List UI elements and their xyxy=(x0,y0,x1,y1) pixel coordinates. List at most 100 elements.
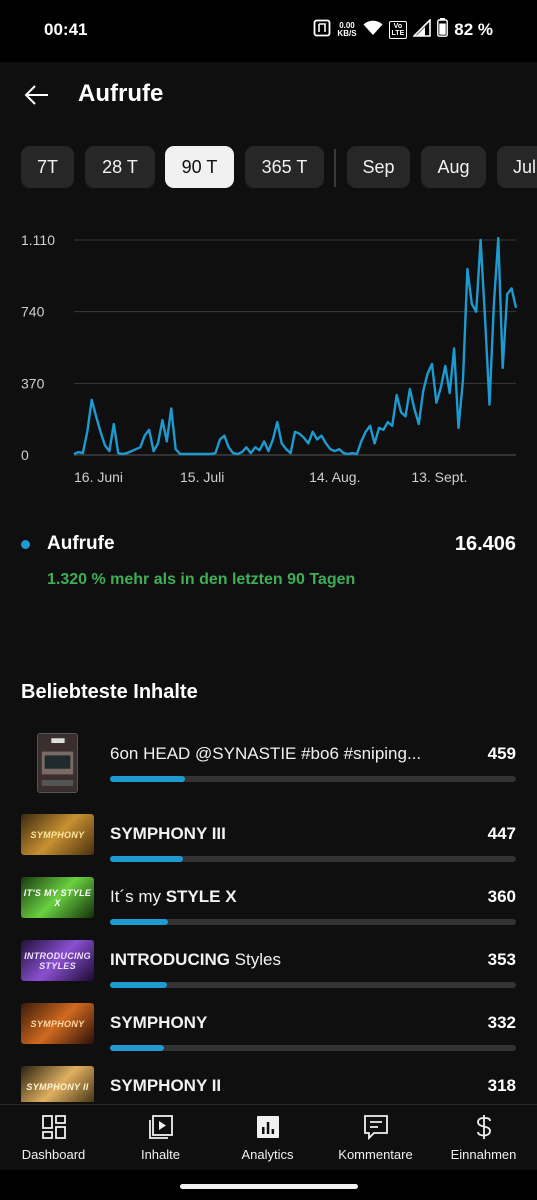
views-bar-track xyxy=(110,856,516,862)
content-title-bold: STYLE X xyxy=(165,887,237,906)
signal-icon xyxy=(412,17,432,42)
metric-label: Aufrufe xyxy=(47,533,115,554)
volte-bottom: LTE xyxy=(391,30,405,37)
volte-top: Vo xyxy=(393,23,403,30)
nav-label: Dashboard xyxy=(21,1147,86,1162)
content-title: SYMPHONY III xyxy=(110,824,440,844)
chip-7t[interactable]: 7T xyxy=(21,146,74,188)
list-item[interactable]: SYMPHONY SYMPHONY III 447 xyxy=(0,810,537,870)
content-title: INTRODUCING Styles xyxy=(110,950,440,970)
battery-percent: 82 % xyxy=(454,20,493,39)
bottom-nav: Dashboard Inhalte Analytics Kommentare E… xyxy=(0,1104,537,1170)
chip-90t[interactable]: 90 T xyxy=(165,146,234,188)
content-title-bold: SYMPHONY III xyxy=(110,824,226,843)
views-bar-track xyxy=(110,919,516,925)
nav-label: Einnahmen xyxy=(450,1147,517,1162)
content-icon xyxy=(148,1115,173,1139)
network-speed-unit: KB/S xyxy=(337,29,357,38)
views-chart: 0 370 740 1.110 16. Juni 15. Juli 14. Aug. 13. … xyxy=(21,232,518,485)
content-title-text: Styles xyxy=(229,950,281,969)
comments-icon xyxy=(363,1115,388,1141)
content-title: 6on HEAD @SYNASTIE #bo6 #sniping... xyxy=(110,744,440,764)
x-tick-label: 15. Juli xyxy=(180,469,224,485)
chip-divider xyxy=(334,149,336,187)
x-tick-label: 14. Aug. xyxy=(309,469,360,485)
volte-icon: Vo LTE xyxy=(388,21,408,39)
video-thumbnail xyxy=(37,733,78,793)
top-content-list: 6on HEAD @SYNASTIE #bo6 #sniping... 459 … xyxy=(0,730,537,1102)
nav-earnings[interactable]: Einnahmen xyxy=(430,1113,537,1169)
status-icons: 0.00 KB/S Vo LTE 82 % xyxy=(313,17,493,42)
content-title: SYMPHONY xyxy=(110,1013,440,1033)
nav-label: Analytics xyxy=(241,1147,294,1162)
nfc-icon xyxy=(313,19,331,42)
metric-comparison: 1.320 % mehr als in den letzten 90 Tagen xyxy=(47,571,356,588)
views-bar-fill xyxy=(110,919,169,925)
content-title-text: 6on HEAD @SYNASTIE #bo6 #sniping... xyxy=(110,744,422,763)
views-bar-fill xyxy=(110,776,185,782)
nav-analytics[interactable]: Analytics xyxy=(214,1113,321,1169)
home-gesture-bar[interactable] xyxy=(180,1184,358,1189)
page-title: Aufrufe xyxy=(78,80,164,107)
chip-jul[interactable]: Jul xyxy=(497,146,537,188)
chip-365t[interactable]: 365 T xyxy=(245,146,324,188)
content-title-text: It´s my xyxy=(110,887,166,906)
y-tick-label: 1.110 xyxy=(21,232,55,248)
y-tick-label: 370 xyxy=(21,375,45,391)
analytics-icon xyxy=(256,1116,279,1138)
video-thumbnail: IT'S MY STYLE X xyxy=(21,877,94,918)
chip-sep[interactable]: Sep xyxy=(347,146,410,188)
x-tick-label: 16. Juni xyxy=(74,469,123,485)
network-speed: 0.00 KB/S xyxy=(337,22,356,38)
series-line-aufrufe xyxy=(73,236,518,456)
list-item[interactable]: SYMPHONY II SYMPHONY II 318 xyxy=(0,1062,537,1102)
period-chips: 7T 28 T 90 T 365 T Sep Aug Jul xyxy=(0,146,537,190)
y-tick-label: 0 xyxy=(21,447,29,463)
video-thumbnail: INTRODUCING STYLES xyxy=(21,940,94,981)
views-bar-fill xyxy=(110,982,168,988)
nav-comments[interactable]: Kommentare xyxy=(322,1113,429,1169)
views-bar-fill xyxy=(110,856,183,862)
metric-value: 16.406 xyxy=(454,533,516,555)
views-bar-track xyxy=(110,776,516,782)
list-item[interactable]: SYMPHONY SYMPHONY 332 xyxy=(0,999,537,1059)
battery-icon xyxy=(437,18,449,42)
nav-content[interactable]: Inhalte xyxy=(107,1113,214,1169)
chip-28t[interactable]: 28 T xyxy=(85,146,155,188)
arrow-left-icon xyxy=(24,85,48,105)
earnings-icon xyxy=(476,1115,491,1139)
content-views: 447 xyxy=(487,824,516,843)
content-title-bold: SYMPHONY II xyxy=(110,1076,222,1095)
list-item[interactable]: IT'S MY STYLE X It´s my STYLE X 360 xyxy=(0,873,537,933)
content-views: 318 xyxy=(487,1076,516,1095)
list-item[interactable]: INTRODUCING STYLES INTRODUCING Styles 35… xyxy=(0,936,537,996)
x-tick-label: 13. Sept. xyxy=(411,469,467,485)
views-bar-track xyxy=(110,982,516,988)
content-title: It´s my STYLE X xyxy=(110,887,440,907)
nav-label: Inhalte xyxy=(140,1147,181,1162)
content-views: 353 xyxy=(487,950,516,969)
dashboard-icon xyxy=(41,1115,66,1139)
chip-aug[interactable]: Aug xyxy=(421,146,486,188)
status-time: 00:41 xyxy=(44,20,88,39)
y-tick-label: 740 xyxy=(21,304,45,320)
views-bar-track xyxy=(110,1045,516,1051)
content-views: 459 xyxy=(487,744,516,763)
wifi-icon xyxy=(363,20,383,41)
gesture-area xyxy=(0,1170,537,1200)
content-title-bold: INTRODUCING xyxy=(110,950,230,969)
nav-label: Kommentare xyxy=(338,1147,413,1162)
video-thumbnail: SYMPHONY II xyxy=(21,1066,94,1102)
nav-dashboard[interactable]: Dashboard xyxy=(0,1113,107,1169)
app-header: Aufrufe xyxy=(0,62,537,132)
content-title-bold: SYMPHONY xyxy=(110,1013,208,1032)
section-title: Beliebteste Inhalte xyxy=(21,681,198,703)
content-views: 332 xyxy=(487,1013,516,1032)
status-bar: 00:41 0.00 KB/S Vo LTE 82 % xyxy=(0,0,537,62)
views-bar-fill xyxy=(110,1045,164,1051)
content-title: SYMPHONY II xyxy=(110,1076,440,1096)
video-thumbnail: SYMPHONY xyxy=(21,814,94,855)
back-button[interactable] xyxy=(22,80,52,110)
list-item[interactable]: 6on HEAD @SYNASTIE #bo6 #sniping... 459 xyxy=(0,730,537,793)
content-views: 360 xyxy=(487,887,516,906)
